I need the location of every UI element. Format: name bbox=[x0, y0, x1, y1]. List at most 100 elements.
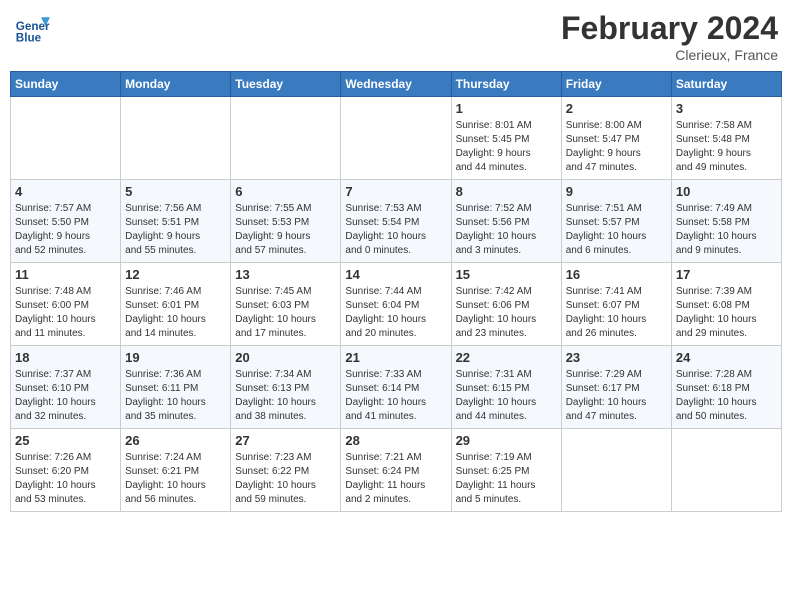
calendar-cell: 10 Sunrise: 7:49 AM Sunset: 5:58 PM Dayli… bbox=[671, 180, 781, 263]
day-info: Sunrise: 7:44 AM Sunset: 6:04 PM Dayligh… bbox=[345, 285, 446, 341]
calendar-cell: 8Sunrise: 7:52 AM Sunset: 5:56 PM Daylig… bbox=[451, 180, 561, 263]
calendar-week-row: 18 Sunrise: 7:37 AM Sunset: 6:10 PM Dayli… bbox=[11, 346, 782, 429]
day-number: 15 bbox=[456, 267, 557, 282]
calendar-table: SundayMondayTuesdayWednesdayThursdayFrid… bbox=[10, 71, 782, 512]
calendar-cell bbox=[561, 429, 671, 512]
day-info: Sunrise: 7:19 AM Sunset: 6:25 PM Dayligh… bbox=[456, 451, 557, 507]
day-info: Sunrise: 8:00 AM Sunset: 5:47 PM Dayligh… bbox=[566, 119, 667, 175]
day-info: Sunrise: 7:36 AM Sunset: 6:11 PM Dayligh… bbox=[125, 368, 226, 424]
day-info: Sunrise: 7:24 AM Sunset: 6:21 PM Dayligh… bbox=[125, 451, 226, 507]
day-number: 29 bbox=[456, 433, 557, 448]
day-number: 24 bbox=[676, 350, 777, 365]
day-info: Sunrise: 8:01 AM Sunset: 5:45 PM Dayligh… bbox=[456, 119, 557, 175]
calendar-cell: 5Sunrise: 7:56 AM Sunset: 5:51 PM Daylig… bbox=[121, 180, 231, 263]
calendar-cell: 1 Sunrise: 8:01 AM Sunset: 5:45 PM Daylig… bbox=[451, 97, 561, 180]
calendar-cell: 17 Sunrise: 7:39 AM Sunset: 6:08 PM Dayli… bbox=[671, 263, 781, 346]
calendar-cell bbox=[11, 97, 121, 180]
day-number: 22 bbox=[456, 350, 557, 365]
day-of-week-header: Saturday bbox=[671, 72, 781, 97]
calendar-cell bbox=[341, 97, 451, 180]
logo-icon: General Blue bbox=[14, 10, 50, 46]
calendar-cell: 4 Sunrise: 7:57 AM Sunset: 5:50 PM Daylig… bbox=[11, 180, 121, 263]
calendar-week-row: 25 Sunrise: 7:26 AM Sunset: 6:20 PM Dayli… bbox=[11, 429, 782, 512]
day-info: Sunrise: 7:46 AM Sunset: 6:01 PM Dayligh… bbox=[125, 285, 226, 341]
day-info: Sunrise: 7:53 AM Sunset: 5:54 PM Dayligh… bbox=[345, 202, 446, 258]
day-of-week-header: Sunday bbox=[11, 72, 121, 97]
day-info: Sunrise: 7:48 AM Sunset: 6:00 PM Dayligh… bbox=[15, 285, 116, 341]
day-number: 12 bbox=[125, 267, 226, 282]
day-number: 14 bbox=[345, 267, 446, 282]
calendar-cell: 25 Sunrise: 7:26 AM Sunset: 6:20 PM Dayli… bbox=[11, 429, 121, 512]
calendar-cell: 18 Sunrise: 7:37 AM Sunset: 6:10 PM Dayli… bbox=[11, 346, 121, 429]
day-number: 18 bbox=[15, 350, 116, 365]
day-number: 8 bbox=[456, 184, 557, 199]
day-info: Sunrise: 7:42 AM Sunset: 6:06 PM Dayligh… bbox=[456, 285, 557, 341]
calendar-cell: 23Sunrise: 7:29 AM Sunset: 6:17 PM Dayli… bbox=[561, 346, 671, 429]
calendar-week-row: 11 Sunrise: 7:48 AM Sunset: 6:00 PM Dayli… bbox=[11, 263, 782, 346]
day-info: Sunrise: 7:57 AM Sunset: 5:50 PM Dayligh… bbox=[15, 202, 116, 258]
day-number: 1 bbox=[456, 101, 557, 116]
calendar-cell: 2 Sunrise: 8:00 AM Sunset: 5:47 PM Daylig… bbox=[561, 97, 671, 180]
day-info: Sunrise: 7:34 AM Sunset: 6:13 PM Dayligh… bbox=[235, 368, 336, 424]
calendar-cell: 20 Sunrise: 7:34 AM Sunset: 6:13 PM Dayli… bbox=[231, 346, 341, 429]
calendar-cell: 12 Sunrise: 7:46 AM Sunset: 6:01 PM Dayli… bbox=[121, 263, 231, 346]
day-info: Sunrise: 7:45 AM Sunset: 6:03 PM Dayligh… bbox=[235, 285, 336, 341]
day-of-week-header: Friday bbox=[561, 72, 671, 97]
day-info: Sunrise: 7:55 AM Sunset: 5:53 PM Dayligh… bbox=[235, 202, 336, 258]
calendar-cell: 6 Sunrise: 7:55 AM Sunset: 5:53 PM Daylig… bbox=[231, 180, 341, 263]
day-number: 19 bbox=[125, 350, 226, 365]
day-number: 11 bbox=[15, 267, 116, 282]
day-of-week-header: Tuesday bbox=[231, 72, 341, 97]
calendar-cell bbox=[231, 97, 341, 180]
day-info: Sunrise: 7:58 AM Sunset: 5:48 PM Dayligh… bbox=[676, 119, 777, 175]
calendar-cell: 9 Sunrise: 7:51 AM Sunset: 5:57 PM Daylig… bbox=[561, 180, 671, 263]
calendar-cell: 29 Sunrise: 7:19 AM Sunset: 6:25 PM Dayli… bbox=[451, 429, 561, 512]
calendar-cell: 16Sunrise: 7:41 AM Sunset: 6:07 PM Dayli… bbox=[561, 263, 671, 346]
day-number: 9 bbox=[566, 184, 667, 199]
day-info: Sunrise: 7:37 AM Sunset: 6:10 PM Dayligh… bbox=[15, 368, 116, 424]
day-number: 26 bbox=[125, 433, 226, 448]
day-info: Sunrise: 7:33 AM Sunset: 6:14 PM Dayligh… bbox=[345, 368, 446, 424]
day-number: 2 bbox=[566, 101, 667, 116]
day-number: 10 bbox=[676, 184, 777, 199]
calendar-week-row: 1 Sunrise: 8:01 AM Sunset: 5:45 PM Daylig… bbox=[11, 97, 782, 180]
calendar-cell: 27 Sunrise: 7:23 AM Sunset: 6:22 PM Dayli… bbox=[231, 429, 341, 512]
day-info: Sunrise: 7:39 AM Sunset: 6:08 PM Dayligh… bbox=[676, 285, 777, 341]
day-number: 7 bbox=[345, 184, 446, 199]
svg-text:Blue: Blue bbox=[16, 32, 42, 45]
calendar-cell: 26 Sunrise: 7:24 AM Sunset: 6:21 PM Dayli… bbox=[121, 429, 231, 512]
day-number: 20 bbox=[235, 350, 336, 365]
title-block: February 2024 Clerieux, France bbox=[561, 10, 778, 63]
day-number: 27 bbox=[235, 433, 336, 448]
page-header: General Blue February 2024 Clerieux, Fra… bbox=[10, 10, 782, 63]
day-number: 25 bbox=[15, 433, 116, 448]
calendar-cell: 13Sunrise: 7:45 AM Sunset: 6:03 PM Dayli… bbox=[231, 263, 341, 346]
day-of-week-header: Wednesday bbox=[341, 72, 451, 97]
day-of-week-header: Monday bbox=[121, 72, 231, 97]
location: Clerieux, France bbox=[561, 47, 778, 63]
day-number: 5 bbox=[125, 184, 226, 199]
day-info: Sunrise: 7:21 AM Sunset: 6:24 PM Dayligh… bbox=[345, 451, 446, 507]
calendar-cell: 21 Sunrise: 7:33 AM Sunset: 6:14 PM Dayli… bbox=[341, 346, 451, 429]
day-info: Sunrise: 7:28 AM Sunset: 6:18 PM Dayligh… bbox=[676, 368, 777, 424]
day-number: 17 bbox=[676, 267, 777, 282]
day-number: 21 bbox=[345, 350, 446, 365]
day-info: Sunrise: 7:49 AM Sunset: 5:58 PM Dayligh… bbox=[676, 202, 777, 258]
calendar-cell: 14 Sunrise: 7:44 AM Sunset: 6:04 PM Dayli… bbox=[341, 263, 451, 346]
day-info: Sunrise: 7:51 AM Sunset: 5:57 PM Dayligh… bbox=[566, 202, 667, 258]
calendar-cell: 19 Sunrise: 7:36 AM Sunset: 6:11 PM Dayli… bbox=[121, 346, 231, 429]
day-info: Sunrise: 7:23 AM Sunset: 6:22 PM Dayligh… bbox=[235, 451, 336, 507]
month-title: February 2024 bbox=[561, 10, 778, 47]
day-info: Sunrise: 7:41 AM Sunset: 6:07 PM Dayligh… bbox=[566, 285, 667, 341]
calendar-cell: 22 Sunrise: 7:31 AM Sunset: 6:15 PM Dayli… bbox=[451, 346, 561, 429]
calendar-cell bbox=[671, 429, 781, 512]
day-number: 4 bbox=[15, 184, 116, 199]
calendar-cell bbox=[121, 97, 231, 180]
day-info: Sunrise: 7:26 AM Sunset: 6:20 PM Dayligh… bbox=[15, 451, 116, 507]
day-number: 6 bbox=[235, 184, 336, 199]
calendar-header-row: SundayMondayTuesdayWednesdayThursdayFrid… bbox=[11, 72, 782, 97]
calendar-cell: 15 Sunrise: 7:42 AM Sunset: 6:06 PM Dayli… bbox=[451, 263, 561, 346]
day-info: Sunrise: 7:31 AM Sunset: 6:15 PM Dayligh… bbox=[456, 368, 557, 424]
day-info: Sunrise: 7:29 AM Sunset: 6:17 PM Dayligh… bbox=[566, 368, 667, 424]
calendar-cell: 7 Sunrise: 7:53 AM Sunset: 5:54 PM Daylig… bbox=[341, 180, 451, 263]
